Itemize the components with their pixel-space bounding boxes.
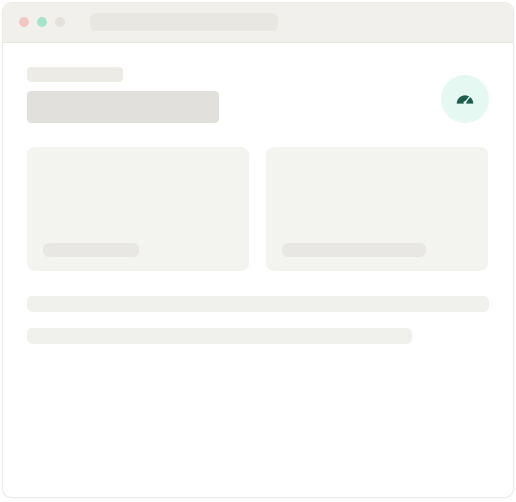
maximize-window-button[interactable] bbox=[37, 17, 47, 27]
speedometer-icon bbox=[456, 95, 474, 105]
app-window bbox=[2, 2, 514, 498]
minimize-window-button[interactable] bbox=[55, 17, 65, 27]
page-content bbox=[3, 43, 513, 497]
text-line-placeholder bbox=[27, 328, 412, 344]
address-bar[interactable] bbox=[90, 13, 278, 31]
window-titlebar bbox=[3, 3, 513, 43]
content-card[interactable] bbox=[266, 147, 488, 271]
page-title-placeholder bbox=[27, 91, 219, 123]
text-line-placeholder bbox=[27, 296, 489, 312]
card-caption-placeholder bbox=[282, 243, 426, 257]
speed-badge[interactable] bbox=[441, 75, 489, 123]
page-label-placeholder bbox=[27, 67, 123, 82]
card-caption-placeholder bbox=[43, 243, 139, 257]
content-card[interactable] bbox=[27, 147, 249, 271]
close-window-button[interactable] bbox=[19, 17, 29, 27]
